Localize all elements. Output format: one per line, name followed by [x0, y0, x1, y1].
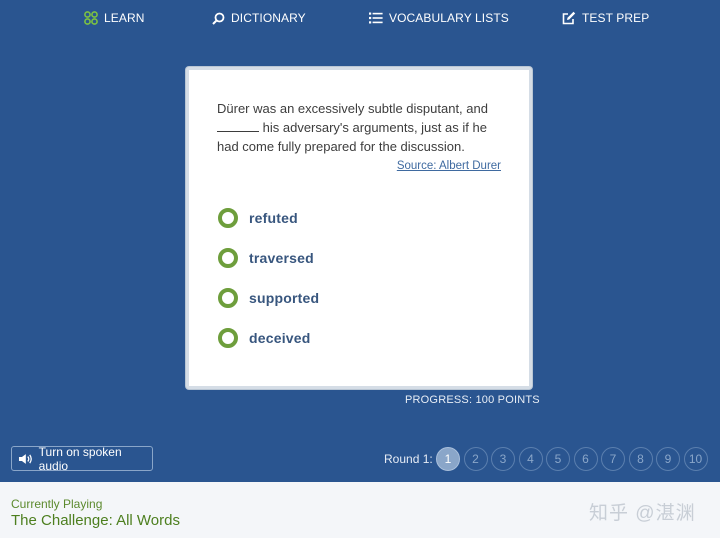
choice-option[interactable]: deceived [218, 326, 311, 350]
round-3[interactable]: 3 [491, 447, 515, 471]
nav-dictionary[interactable]: DICTIONARY [212, 10, 306, 26]
nav-learn-label: LEARN [104, 11, 145, 25]
nav-learn[interactable]: LEARN [84, 10, 145, 26]
round-6[interactable]: 6 [573, 447, 598, 471]
nav-test-prep[interactable]: TEST PREP [562, 10, 649, 26]
currently-playing-label: Currently Playing [11, 497, 103, 511]
list-icon [369, 12, 383, 24]
nav-test-prep-label: TEST PREP [582, 11, 650, 25]
round-1[interactable]: 1 [436, 447, 460, 471]
round-9[interactable]: 9 [656, 447, 680, 471]
spoken-audio-label: Turn on spoken audio [38, 444, 122, 473]
question-text: Dürer was an excessively subtle disputan… [217, 99, 507, 156]
round-10[interactable]: 10 [683, 447, 708, 471]
nav-vocabulary-lists-label: VOCABULARY LISTS [389, 11, 509, 25]
round-label: Round 1: [384, 452, 433, 466]
footer-bar: Currently Playing The Challenge: All Wor… [0, 482, 720, 538]
choice-option[interactable]: supported [218, 286, 319, 310]
spoken-audio-button[interactable]: Turn on spoken audio [11, 444, 153, 473]
source-link[interactable]: Source: Albert Durer [397, 160, 501, 172]
choice-label: refuted [249, 210, 298, 226]
choice-label: deceived [249, 330, 311, 346]
choice-option[interactable]: traversed [218, 246, 314, 270]
round-4[interactable]: 4 [518, 447, 543, 471]
choice-label: traversed [249, 250, 314, 266]
edit-icon [562, 11, 576, 25]
answer-blank [217, 120, 259, 132]
watermark: 知乎 @湛渊 [589, 503, 696, 524]
round-5[interactable]: 5 [546, 447, 570, 471]
radio-button[interactable] [218, 328, 238, 348]
radio-button[interactable] [218, 288, 238, 308]
question-part-1: Dürer was an excessively subtle disputan… [217, 101, 488, 116]
radio-button[interactable] [218, 248, 238, 268]
round-7[interactable]: 7 [601, 447, 625, 471]
choice-label: supported [249, 290, 320, 306]
speaker-icon [18, 453, 32, 464]
nav-dictionary-label: DICTIONARY [231, 11, 306, 25]
search-icon [212, 12, 225, 25]
learn-icon [84, 11, 98, 25]
round-2[interactable]: 2 [463, 447, 488, 471]
radio-button[interactable] [218, 208, 238, 228]
question-card: Dürer was an excessively subtle disputan… [186, 67, 532, 389]
progress-points: PROGRESS: 100 POINTS [405, 394, 540, 406]
nav-vocabulary-lists[interactable]: VOCABULARY LISTS [369, 10, 509, 26]
round-8[interactable]: 8 [628, 447, 653, 471]
currently-playing-title[interactable]: The Challenge: All Words [11, 512, 180, 529]
choice-option[interactable]: refuted [218, 206, 298, 230]
top-navigation: LEARN DICTIONARY VOCABULARY LISTS TEST P… [0, 0, 720, 36]
